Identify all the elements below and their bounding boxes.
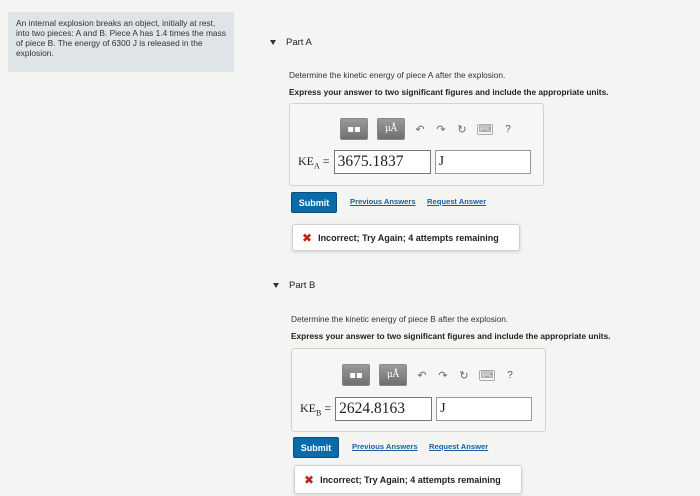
part-a-feedback: ✖ Incorrect; Try Again; 4 attempts remai… (292, 224, 520, 251)
ke-a-unit-input[interactable]: J (434, 150, 531, 174)
part-a-title: Part A (286, 37, 312, 48)
part-b-feedback: ✖ Incorrect; Try Again; 4 attempts remai… (294, 465, 522, 494)
part-b-header[interactable]: Part B (273, 280, 315, 291)
part-b-title: Part B (289, 280, 316, 291)
part-b-toolbar: ▪▪ μÅ ↶ ↷ ↻ ⌨ ? (342, 364, 516, 386)
part-b-feedback-text: Incorrect; Try Again; 4 attempts remaini… (320, 474, 501, 485)
part-a-feedback-text: Incorrect; Try Again; 4 attempts remaini… (318, 232, 499, 243)
symbols-button[interactable]: μÅ (379, 364, 407, 386)
part-b-question: Determine the kinetic energy of piece B … (291, 314, 509, 324)
help-icon[interactable]: ? (504, 370, 516, 381)
ke-b-label: KEB = (300, 400, 332, 418)
problem-statement: An internal explosion breaks an object, … (8, 12, 234, 72)
reset-icon[interactable]: ↻ (456, 123, 468, 136)
part-b-previous-answers-link[interactable]: Previous Answers (352, 442, 418, 451)
part-b-submit-button[interactable]: Submit (293, 437, 339, 458)
incorrect-x-icon: ✖ (304, 472, 315, 487)
undo-icon[interactable]: ↶ (416, 369, 428, 382)
help-icon[interactable]: ? (502, 124, 514, 135)
part-a-instruction: Express your answer to two significant f… (289, 87, 609, 97)
symbols-button[interactable]: μÅ (377, 118, 405, 140)
part-b-instruction: Express your answer to two significant f… (291, 331, 611, 341)
part-a-equation-row: KEA = 3675.1837 J (298, 150, 531, 174)
part-a-question: Determine the kinetic energy of piece A … (289, 70, 506, 80)
part-a-toolbar: ▪▪ μÅ ↶ ↷ ↻ ⌨ ? (340, 118, 514, 140)
problem-text: An internal explosion breaks an object, … (16, 18, 226, 58)
keyboard-icon[interactable]: ⌨ (477, 123, 493, 135)
keyboard-icon[interactable]: ⌨ (479, 369, 495, 381)
templates-button[interactable]: ▪▪ (342, 364, 370, 386)
part-b-request-answer-link[interactable]: Request Answer (429, 442, 488, 451)
reset-icon[interactable]: ↻ (458, 369, 470, 382)
templates-button[interactable]: ▪▪ (340, 118, 368, 140)
collapse-caret-icon[interactable] (270, 40, 276, 45)
part-a-answer-box: ▪▪ μÅ ↶ ↷ ↻ ⌨ ? KEA = 3675.1837 J (289, 103, 544, 186)
undo-icon[interactable]: ↶ (414, 123, 426, 136)
part-b-answer-box: ▪▪ μÅ ↶ ↷ ↻ ⌨ ? KEB = 2624.8163 J (291, 348, 546, 432)
incorrect-x-icon: ✖ (302, 230, 313, 245)
collapse-caret-icon[interactable] (273, 283, 279, 288)
part-a-header[interactable]: Part A (270, 37, 312, 48)
ke-b-value-input[interactable]: 2624.8163 (335, 397, 433, 421)
ke-a-label: KEA = (298, 153, 330, 171)
part-a-previous-answers-link[interactable]: Previous Answers (350, 197, 416, 206)
part-a-submit-button[interactable]: Submit (291, 192, 337, 213)
part-a-request-answer-link[interactable]: Request Answer (427, 197, 486, 206)
ke-b-unit-input[interactable]: J (436, 397, 533, 421)
ke-a-value-input[interactable]: 3675.1837 (333, 150, 431, 174)
redo-icon[interactable]: ↷ (437, 369, 449, 382)
redo-icon[interactable]: ↷ (435, 123, 447, 136)
part-b-equation-row: KEB = 2624.8163 J (300, 397, 533, 421)
